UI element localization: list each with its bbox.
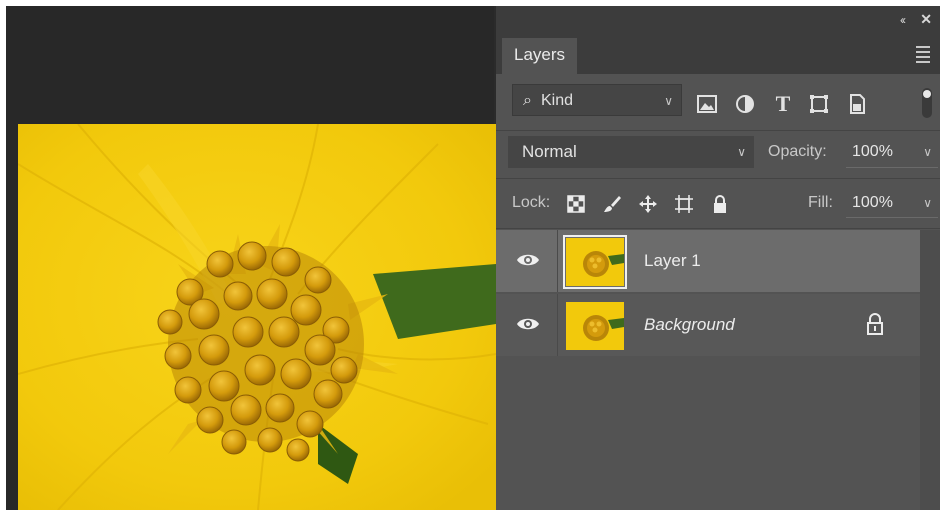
chevron-down-icon: ∨ — [737, 145, 746, 159]
lock-transparent-pixels-icon[interactable] — [566, 194, 586, 214]
layers-panel: ‹‹ ✕ Layers ⌕ Kind ∨ T Normal ∨ Opacity:… — [496, 6, 940, 510]
divider — [496, 130, 940, 131]
lock-position-move-icon[interactable] — [638, 194, 658, 214]
visibility-toggle[interactable] — [496, 294, 558, 356]
layers-scrollbar[interactable] — [920, 230, 940, 510]
divider — [496, 228, 940, 229]
visibility-toggle[interactable] — [496, 230, 558, 292]
layer-thumbnail[interactable] — [566, 302, 624, 350]
eye-icon — [517, 318, 539, 330]
opacity-value: 100% — [852, 143, 893, 160]
layer-filter-row: ⌕ Kind ∨ T — [496, 74, 940, 130]
lock-image-pixels-brush-icon[interactable] — [602, 194, 622, 214]
layer-row-background[interactable]: Background — [496, 294, 920, 356]
chevron-down-icon[interactable]: ∨ — [923, 136, 932, 168]
layer-lock-icon[interactable] — [866, 313, 884, 335]
adjustment-layer-filter-icon[interactable] — [734, 93, 756, 115]
flower-thumbnail — [566, 238, 624, 286]
shape-layer-filter-icon[interactable] — [808, 93, 830, 115]
opacity-label: Opacity: — [768, 143, 827, 160]
layer-thumbnail[interactable] — [563, 235, 627, 289]
flower-image — [18, 124, 496, 510]
lock-artboard-icon[interactable] — [674, 194, 694, 214]
eye-icon — [517, 254, 539, 266]
lock-label: Lock: — [512, 194, 551, 211]
panel-title-bar: ‹‹ ✕ — [496, 6, 940, 36]
smart-object-filter-icon[interactable] — [846, 93, 868, 115]
pixel-layer-filter-icon[interactable] — [696, 93, 718, 115]
collapse-panel-icon[interactable]: ‹‹ — [900, 14, 906, 26]
divider — [496, 178, 940, 179]
layer-name[interactable]: Background — [644, 294, 735, 356]
tab-layers[interactable]: Layers — [502, 38, 578, 74]
layer-name[interactable]: Layer 1 — [644, 230, 701, 292]
fill-field[interactable]: 100% ∨ — [846, 188, 938, 218]
flower-photo[interactable] — [18, 124, 496, 510]
chevron-down-icon[interactable]: ∨ — [923, 188, 932, 218]
document-canvas[interactable] — [6, 6, 496, 510]
blend-mode-value: Normal — [522, 142, 577, 161]
type-layer-filter-icon[interactable]: T — [772, 93, 794, 115]
panel-tab-strip: Layers — [496, 36, 940, 74]
filter-on-off-toggle[interactable] — [922, 88, 932, 118]
layers-list: Layer 1 Background — [496, 230, 920, 510]
fill-value: 100% — [852, 194, 893, 211]
layer-row-layer-1[interactable]: Layer 1 — [496, 230, 920, 292]
lock-all-icon[interactable] — [710, 194, 730, 214]
filter-kind-label: Kind — [541, 92, 574, 109]
close-panel-icon[interactable]: ✕ — [920, 12, 932, 26]
opacity-field[interactable]: 100% ∨ — [846, 136, 938, 168]
blend-mode-dropdown[interactable]: Normal ∨ — [508, 136, 754, 168]
search-icon: ⌕ — [523, 92, 532, 109]
hamburger-menu-icon[interactable] — [916, 46, 930, 66]
blend-row: Normal ∨ Opacity: 100% ∨ — [496, 132, 940, 176]
lock-row: Lock: Fill: 100% ∨ — [496, 182, 940, 226]
photoshop-window: ‹‹ ✕ Layers ⌕ Kind ∨ T Normal ∨ Opacity:… — [6, 6, 940, 510]
fill-label: Fill: — [808, 194, 833, 211]
flower-thumbnail — [566, 302, 624, 350]
filter-kind-dropdown[interactable]: ⌕ Kind ∨ — [512, 84, 682, 116]
chevron-down-icon: ∨ — [664, 94, 673, 108]
